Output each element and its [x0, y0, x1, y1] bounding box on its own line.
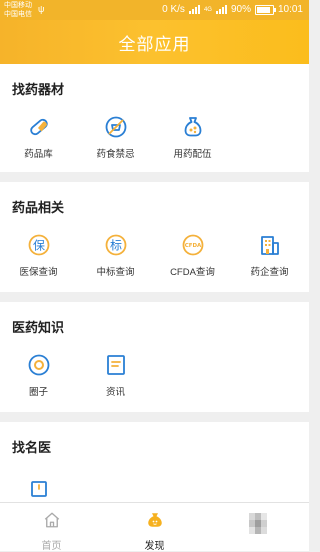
section-drug-related: 药品相关 保 医保查询 标 中标查询 CFDA CFDA查询 药企查询 [0, 182, 309, 292]
battery-icon [254, 4, 276, 15]
app-label: 药食禁忌 [96, 149, 135, 160]
status-bar: 中国移动 中国电信 ψ 0 K/s 4G 90% 10:01 [0, 0, 309, 20]
icon-glyph: 标 [109, 238, 121, 252]
usb-icon: ψ [38, 4, 45, 14]
discover-bag-icon [146, 511, 164, 534]
app-label: 用药配伍 [173, 149, 212, 160]
app-grid [0, 455, 309, 502]
app-header: 全部应用 [0, 20, 309, 64]
doctor-card-icon [27, 477, 51, 501]
app-label: 药企查询 [250, 267, 289, 278]
icon-glyph: CFDA [184, 243, 201, 249]
icon-glyph: 保 [32, 238, 44, 252]
app-company-query[interactable]: 药企查询 [231, 233, 308, 278]
cfda-icon: CFDA [181, 233, 205, 257]
network-type: 4G [203, 6, 212, 13]
carrier-1: 中国移动 [4, 2, 32, 9]
carrier-2: 中国电信 [4, 11, 32, 18]
app-find-doctor[interactable] [0, 477, 77, 501]
section-title: 找名医 [12, 440, 52, 455]
bid-icon: 标 [104, 233, 128, 257]
tab-profile[interactable] [206, 503, 309, 551]
app-label: 圈子 [28, 387, 48, 398]
signal-icon-2 [215, 5, 227, 14]
app-drug-library[interactable]: 药品库 [0, 115, 77, 160]
section-find-doctor: 找名医 [0, 422, 309, 502]
app-drug-compat[interactable]: 用药配伍 [154, 115, 231, 160]
section-title: 医药知识 [12, 320, 65, 335]
section-title: 找药器材 [12, 82, 65, 97]
carrier-info: 中国移动 中国电信 [4, 1, 32, 19]
app-label: CFDA查询 [170, 267, 215, 278]
app-food-taboo[interactable]: 药食禁忌 [77, 115, 154, 160]
app-bid-query[interactable]: 标 中标查询 [77, 233, 154, 278]
battery-percent: 90% [230, 4, 251, 15]
tab-home[interactable]: 首页 [0, 503, 103, 552]
app-insurance-query[interactable]: 保 医保查询 [0, 233, 77, 278]
tab-discover[interactable]: 发现 [103, 503, 206, 552]
pixelated-avatar-icon [248, 513, 267, 535]
capsule-icon [27, 115, 51, 139]
signal-icon [188, 5, 200, 14]
app-label: 资讯 [105, 387, 125, 398]
page-title: 全部应用 [118, 34, 191, 54]
company-building-icon [258, 233, 282, 257]
app-label: 药品库 [24, 149, 53, 160]
network-speed: 0 K/s [162, 4, 185, 15]
app-cfda-query[interactable]: CFDA CFDA查询 [154, 233, 231, 278]
clock: 10:01 [277, 4, 303, 15]
app-grid: 保 医保查询 标 中标查询 CFDA CFDA查询 药企查询 [0, 215, 309, 294]
news-icon [104, 353, 128, 377]
app-grid: 药品库 药食禁忌 用药配伍 [0, 97, 309, 176]
medicine-bag-icon [181, 115, 205, 139]
app-circle[interactable]: 圈子 [0, 353, 77, 398]
app-grid: 圈子 资讯 [0, 335, 309, 414]
circle-icon [27, 353, 51, 377]
status-right: 0 K/s 4G 90% 10:01 [162, 4, 303, 15]
app-news[interactable]: 资讯 [77, 353, 154, 398]
section-find-meds: 找药器材 药品库 药食禁忌 用药配伍 [0, 64, 309, 172]
main-content: 找药器材 药品库 药食禁忌 用药配伍 药品相关 保 医保查询 标 中标查询 CF… [0, 64, 309, 512]
app-label: 中标查询 [96, 267, 135, 278]
home-icon [43, 511, 61, 534]
app-label: 医保查询 [19, 267, 58, 278]
insurance-icon: 保 [27, 233, 51, 257]
section-knowledge: 医药知识 圈子 资讯 [0, 302, 309, 412]
section-title: 药品相关 [12, 200, 65, 215]
forbidden-food-icon [104, 115, 128, 139]
bottom-tab-bar: 首页 发现 [0, 502, 309, 552]
